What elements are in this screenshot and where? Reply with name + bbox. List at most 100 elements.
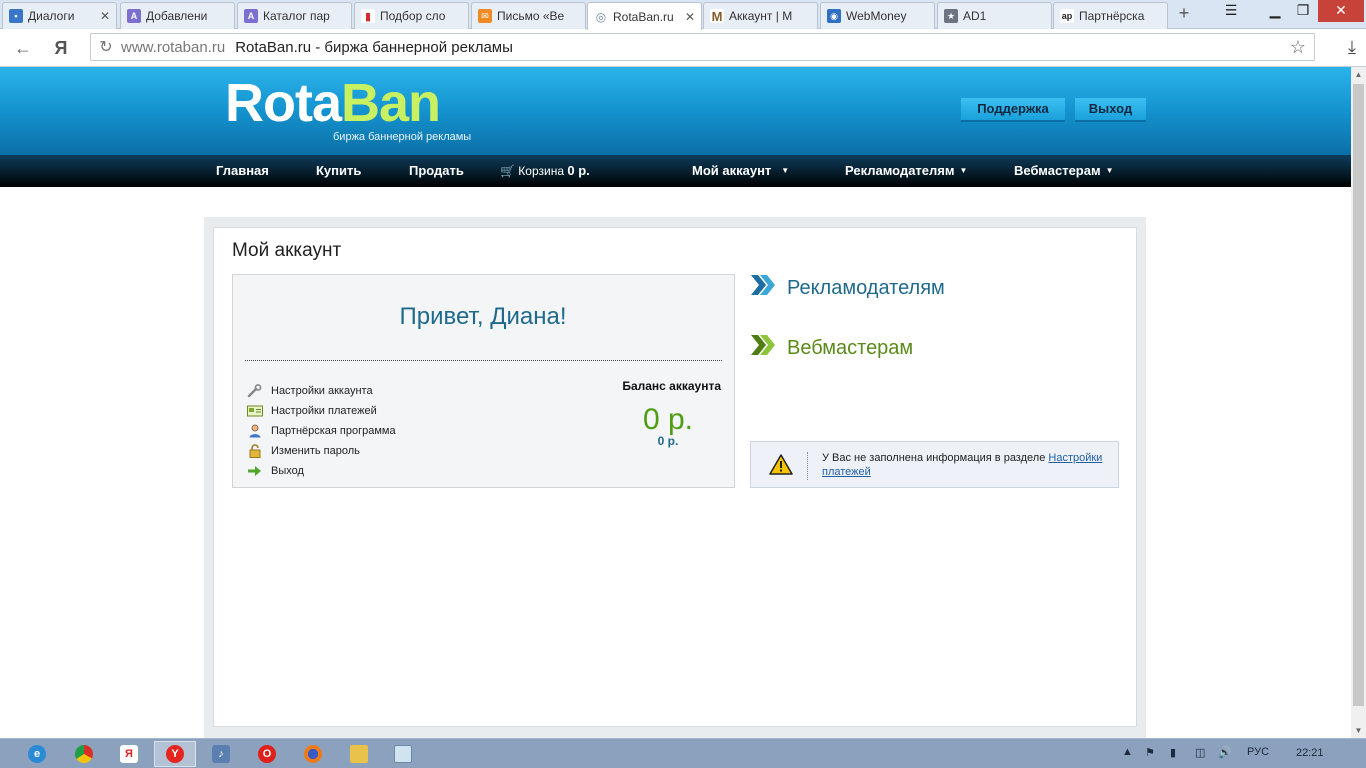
browser-tab-bar: ▪ Диалоги ✕ A Добавлени A Каталог пар ▮ …: [0, 0, 1366, 30]
clock[interactable]: 22:21: [1296, 747, 1324, 759]
bar-chart-icon: ▮: [361, 9, 375, 23]
restore-icon[interactable]: ❐: [1290, 0, 1316, 22]
m-icon: M: [710, 8, 724, 24]
account-box: Привет, Диана! Настройки аккаунта Настро…: [232, 274, 735, 488]
page-scrollbar[interactable]: ▲ ▼: [1351, 67, 1366, 738]
change-password-link[interactable]: Изменить пароль: [246, 441, 396, 461]
menu-advertisers-label: Рекламодателям: [845, 163, 955, 178]
notepad-taskbar-button[interactable]: [382, 741, 424, 767]
yandex-taskbar-button[interactable]: Я: [108, 741, 150, 767]
language-indicator[interactable]: РУС: [1247, 746, 1269, 758]
media-icon: ♪: [212, 745, 230, 763]
cart-value: 0 р.: [567, 163, 590, 178]
chrome-icon: [75, 745, 93, 763]
address-page-title: RotaBan.ru - биржа баннерной рекламы: [235, 38, 513, 56]
explorer-taskbar-button[interactable]: [338, 741, 380, 767]
double-chevron-right-icon: [750, 334, 776, 362]
menu-sell[interactable]: Продать: [409, 155, 464, 187]
ad-icon: A: [127, 9, 141, 23]
browser-tab[interactable]: A Добавлени: [120, 2, 235, 29]
browser-tab[interactable]: ▪ Диалоги ✕: [2, 2, 117, 29]
balance-label: Баланс аккаунта: [622, 379, 721, 393]
wrench-icon: [246, 384, 263, 398]
menu-cart[interactable]: 🛒 Корзина 0 р.: [500, 155, 590, 187]
account-links: Настройки аккаунта Настройки платежей Па…: [246, 381, 396, 481]
minimize-icon[interactable]: ▁: [1262, 0, 1288, 22]
payment-settings-link[interactable]: Настройки платежей: [246, 401, 396, 421]
browser-tab[interactable]: A Каталог пар: [237, 2, 352, 29]
tab-label: WebMoney: [846, 9, 907, 23]
divider: [245, 360, 722, 361]
menu-icon[interactable]: ☰: [1216, 0, 1246, 22]
close-icon[interactable]: ✕: [685, 10, 695, 24]
menu-advertisers[interactable]: Рекламодателям ▼: [845, 155, 967, 187]
warning-icon: [769, 454, 793, 478]
chrome-taskbar-button[interactable]: [63, 741, 105, 767]
payment-card-icon: [246, 404, 263, 418]
notepad-icon: [394, 745, 412, 763]
close-icon[interactable]: ✕: [100, 9, 110, 23]
logout-link[interactable]: Выход: [246, 461, 396, 481]
browser-tab[interactable]: M Аккаунт | М: [703, 2, 818, 29]
bookmark-star-icon[interactable]: ☆: [1290, 37, 1306, 58]
reload-icon[interactable]: ↻: [91, 37, 121, 57]
webmasters-link[interactable]: Вебмастерам: [750, 334, 913, 362]
browser-tab[interactable]: ◉ WebMoney: [820, 2, 935, 29]
opera-taskbar-button[interactable]: O: [246, 741, 288, 767]
tab-label: Письмо «Ве: [497, 9, 565, 23]
menu-webmasters[interactable]: Вебмастерам ▼: [1014, 155, 1114, 187]
address-bar[interactable]: ↻ www.rotaban.ru RotaBan.ru - биржа банн…: [90, 33, 1315, 61]
yandex-browser-taskbar-button[interactable]: Y: [154, 741, 196, 767]
yandex-icon[interactable]: Я: [50, 37, 72, 59]
partner-program-link[interactable]: Партнёрская программа: [246, 421, 396, 441]
user-icon: [246, 424, 263, 438]
menu-webmasters-label: Вебмастерам: [1014, 163, 1101, 178]
browser-tab-active[interactable]: ◎ RotaBan.ru ✕: [587, 2, 702, 30]
network-icon[interactable]: ◫: [1195, 746, 1205, 759]
menu-buy[interactable]: Купить: [316, 155, 361, 187]
rotaban-logo[interactable]: RotaBan биржа баннерной рекламы: [225, 73, 485, 147]
menu-my-account[interactable]: Мой аккаунт ▼: [692, 155, 789, 187]
window-close-button[interactable]: ✕: [1318, 0, 1364, 22]
support-button[interactable]: Поддержка: [961, 98, 1065, 122]
logout-button[interactable]: Выход: [1075, 98, 1146, 122]
browser-nav-bar: ← Я ↻ www.rotaban.ru RotaBan.ru - биржа …: [0, 29, 1366, 67]
chevron-down-icon: ▼: [781, 166, 790, 175]
firefox-taskbar-button[interactable]: [292, 741, 334, 767]
menu-home[interactable]: Главная: [216, 155, 269, 187]
folder-icon: [350, 745, 368, 763]
balance-value: 0 р.: [642, 403, 694, 436]
account-settings-link[interactable]: Настройки аккаунта: [246, 381, 396, 401]
volume-icon[interactable]: 🔊: [1218, 746, 1232, 759]
link-label: Выход: [271, 465, 304, 477]
tab-label: RotaBan.ru: [613, 9, 674, 24]
ie-taskbar-button[interactable]: e: [16, 741, 58, 767]
logo-part1: Rota: [225, 73, 342, 133]
browser-tab[interactable]: ap Партнёрска: [1053, 2, 1168, 29]
notice-divider: [807, 452, 808, 480]
chevron-down-icon: ▼: [959, 166, 968, 175]
download-icon[interactable]: ⤓: [1348, 37, 1356, 58]
mail-icon: ✉: [478, 9, 492, 23]
scroll-thumb[interactable]: [1353, 84, 1364, 706]
tray-expand-icon[interactable]: ▲: [1122, 746, 1133, 758]
opera-icon: O: [258, 745, 276, 763]
page-title: Мой аккаунт: [232, 240, 342, 261]
new-tab-button[interactable]: +: [1174, 3, 1194, 24]
tab-label: Диалоги: [28, 9, 75, 23]
scroll-up-icon[interactable]: ▲: [1351, 67, 1366, 82]
advertisers-link[interactable]: Рекламодателям: [750, 274, 945, 302]
back-arrow-icon[interactable]: ←: [12, 37, 34, 59]
power-icon[interactable]: ▮: [1170, 746, 1176, 759]
balance-secondary: 0 р.: [657, 434, 679, 448]
browser-tab[interactable]: ▮ Подбор сло: [354, 2, 469, 29]
globe-icon: ◉: [827, 9, 841, 23]
browser-tab[interactable]: ✉ Письмо «Ве: [471, 2, 586, 29]
tab-label: AD1: [963, 9, 987, 23]
action-center-icon[interactable]: ⚑: [1145, 746, 1155, 759]
media-taskbar-button[interactable]: ♪: [200, 741, 242, 767]
target-icon: ◎: [594, 9, 608, 24]
scroll-down-icon[interactable]: ▼: [1351, 723, 1366, 738]
advertisers-link-label: Рекламодателям: [787, 276, 945, 299]
browser-tab[interactable]: ★ AD1: [937, 2, 1052, 29]
